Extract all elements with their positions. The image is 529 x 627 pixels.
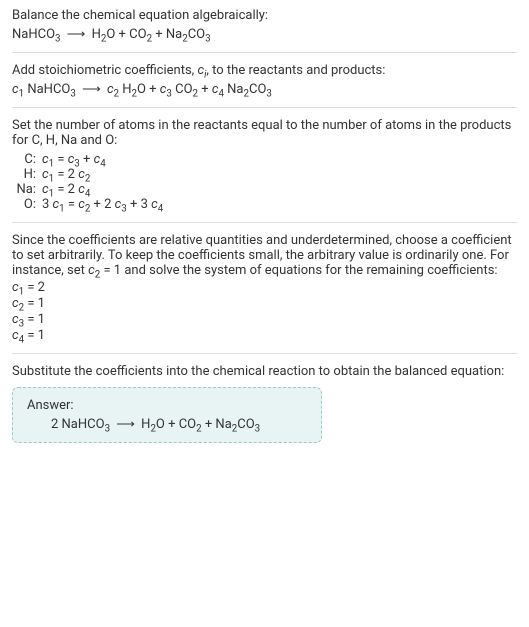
coef-c3: c3 = 1 [12,312,517,327]
step3-section: Since the coefficients are relative quan… [12,233,517,343]
coef-c2: c2 = 1 [12,296,517,311]
balanced-equation: 2 NaHCO3 ⟶ H2O + CO2 + Na2CO3 [27,417,307,432]
intro-text: Balance the chemical equation algebraica… [12,8,517,23]
answer-title: Answer: [27,398,307,413]
atom-row-na: Na: c1 = 2 c4 [12,182,517,197]
divider [12,107,517,108]
arrow-icon: ⟶ [82,82,101,97]
divider [12,222,517,223]
step3-text: Since the coefficients are relative quan… [12,233,517,278]
divider [12,52,517,53]
step1-section: Add stoichiometric coefficients, ci, to … [12,63,517,97]
step2-text: Set the number of atoms in the reactants… [12,118,517,148]
coef-c1: c1 = 2 [12,280,517,295]
atom-row-o: O: 3 c1 = c2 + 2 c3 + 3 c4 [12,197,517,212]
unbalanced-equation: NaHCO3 ⟶ H2O + CO2 + Na2CO3 [12,27,517,42]
coef-c4: c4 = 1 [12,328,517,343]
coefficient-equation: c1 NaHCO3 ⟶ c2 H2O + c3 CO2 + c4 Na2CO3 [12,82,517,97]
arrow-icon: ⟶ [67,27,86,42]
arrow-icon: ⟶ [116,417,135,432]
reactant-nahco3: NaHCO3 [12,27,61,42]
products: H2O + CO2 + Na2CO3 [92,27,211,42]
step2-section: Set the number of atoms in the reactants… [12,118,517,212]
step1-text: Add stoichiometric coefficients, ci, to … [12,63,517,78]
atom-balance-table: C: c1 = c3 + c4 H: c1 = 2 c2 Na: c1 = 2 … [12,152,517,212]
atom-row-c: C: c1 = c3 + c4 [12,152,517,167]
divider [12,353,517,354]
answer-box: Answer: 2 NaHCO3 ⟶ H2O + CO2 + Na2CO3 [12,387,322,443]
step4-text: Substitute the coefficients into the che… [12,364,517,379]
intro-section: Balance the chemical equation algebraica… [12,8,517,42]
step4-section: Substitute the coefficients into the che… [12,364,517,443]
atom-row-h: H: c1 = 2 c2 [12,167,517,182]
